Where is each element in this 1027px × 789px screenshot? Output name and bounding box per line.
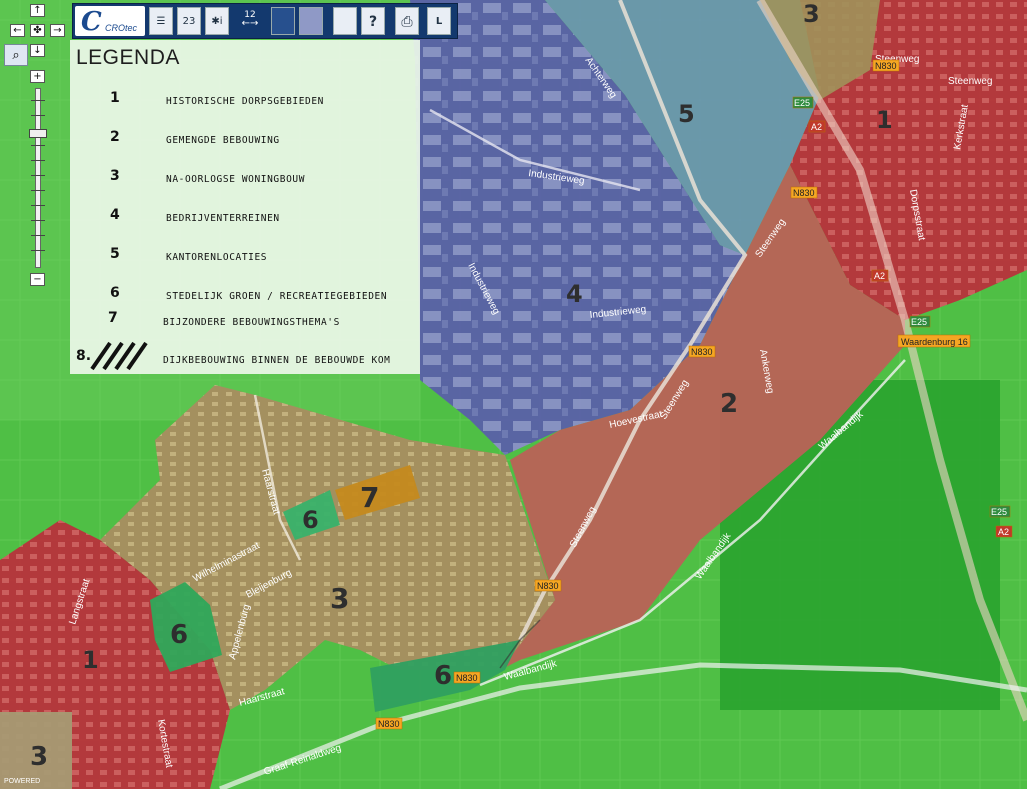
legend-number-5: 5 xyxy=(110,246,120,262)
legend-label-4: BEDRIJVENTERREINEN xyxy=(166,213,280,224)
zone-label-1-west: 1 xyxy=(82,646,99,674)
legend-number-1: 1 xyxy=(110,90,120,106)
zone-label-5: 5 xyxy=(678,100,695,128)
road-shield-a2-b: A2 xyxy=(871,269,889,282)
magnifier-icon[interactable]: ⌕ xyxy=(4,44,28,66)
zoom-tick xyxy=(31,100,45,101)
zoom-tick xyxy=(31,250,45,251)
legend-label-2: GEMENGDE BEBOUWING xyxy=(166,135,280,146)
legend-number-6: 6 xyxy=(110,285,120,301)
road-shield-n830-a: N830 xyxy=(872,59,900,72)
street-label-steenweg-5: Steenweg xyxy=(948,76,992,87)
legend-number-4: 4 xyxy=(110,207,120,223)
road-shield-n830-c-text: N830 xyxy=(691,347,713,357)
road-shield-n830-f-text: N830 xyxy=(378,719,400,729)
road-shield-n830-a-text: N830 xyxy=(875,61,897,71)
logo-text: CROtec xyxy=(105,23,138,33)
zoom-in-button[interactable]: + xyxy=(30,70,45,83)
zoom-slider-thumb[interactable] xyxy=(29,129,47,138)
legend-label-7: BIJZONDERE BEBOUWINGSTHEMA'S xyxy=(163,317,340,328)
pan-center-button[interactable]: ✤ xyxy=(30,24,45,37)
zoom-tick xyxy=(31,235,45,236)
road-shield-e25-c: E25 xyxy=(989,505,1011,518)
road-shield-a2-c-text: A2 xyxy=(998,527,1009,537)
zoom-tick xyxy=(31,145,45,146)
road-shield-e25-c-text: E25 xyxy=(991,507,1007,517)
road-shield-a2-c: A2 xyxy=(995,525,1013,538)
legend-number-8: 8. xyxy=(76,348,92,364)
road-shield-n830-d-text: N830 xyxy=(537,581,559,591)
zone-label-3-center: 3 xyxy=(330,582,349,615)
exit-shield-waardenburg-text: Waardenburg 16 xyxy=(901,337,968,347)
legend-button[interactable]: L xyxy=(427,7,451,35)
logo-c-icon: C xyxy=(81,7,102,37)
crotec-logo: C CROtec xyxy=(75,6,145,37)
page-23-button[interactable]: 23 xyxy=(177,7,201,35)
legend-panel: LEGENDA 1 HISTORISCHE DORPSGEBIEDEN 2 GE… xyxy=(70,40,420,374)
zone-label-3-north: 3 xyxy=(803,0,820,28)
scale-indicator[interactable]: 12 ←→ xyxy=(233,10,267,34)
zone-label-7: 7 xyxy=(360,481,379,514)
road-shield-n830-c: N830 xyxy=(688,345,716,358)
pan-left-button[interactable]: ← xyxy=(10,24,25,37)
legend-label-5: KANTORENLOCATIES xyxy=(166,252,268,263)
legend-hatch-icon xyxy=(90,341,148,371)
road-shield-n830-b: N830 xyxy=(790,186,818,199)
aerial-map-button[interactable] xyxy=(299,7,323,35)
pan-up-button[interactable]: ↑ xyxy=(30,4,45,17)
road-shield-e25-b: E25 xyxy=(909,315,931,328)
road-shield-e25-a: E25 xyxy=(792,96,814,109)
road-shield-n830-f: N830 xyxy=(375,717,403,730)
zone-label-6-sportpark: 6 xyxy=(170,620,188,650)
zoom-tick xyxy=(31,190,45,191)
zoom-tick xyxy=(31,175,45,176)
legend-title: LEGENDA xyxy=(76,46,180,69)
legend-number-3: 3 xyxy=(110,168,120,184)
layers-button[interactable]: ☰ xyxy=(149,7,173,35)
road-shield-a2-a: A2 xyxy=(808,120,826,133)
legend-label-1: HISTORISCHE DORPSGEBIEDEN xyxy=(166,96,324,107)
zoom-out-button[interactable]: − xyxy=(30,273,45,286)
zoom-tick xyxy=(31,115,45,116)
zone-label-3-southwest: 3 xyxy=(30,742,48,772)
toolbar: C CROtec ☰ 23 ✱i 12 ←→ ? ⎙ L xyxy=(72,3,458,39)
zone-label-6-waterfront: 6 xyxy=(434,661,452,691)
road-shield-n830-e: N830 xyxy=(453,671,481,684)
dark-map-button[interactable] xyxy=(271,7,295,35)
zoom-tick xyxy=(31,160,45,161)
zone-label-6-field: 6 xyxy=(302,506,319,534)
attribution-text: POWERED xyxy=(4,778,40,785)
road-shield-n830-e-text: N830 xyxy=(456,673,478,683)
zone-label-2: 2 xyxy=(720,389,738,419)
legend-label-3: NA-OORLOGSE WONINGBOUW xyxy=(166,174,306,185)
pan-right-button[interactable]: → xyxy=(50,24,65,37)
zoom-tick xyxy=(31,220,45,221)
legend-number-7: 7 xyxy=(108,310,118,326)
zoom-tick xyxy=(31,205,45,206)
road-shield-a2-a-text: A2 xyxy=(811,122,822,132)
help-button[interactable]: ? xyxy=(361,7,385,35)
scale-arrow-icon: ←→ xyxy=(241,18,259,29)
legend-label-8: DIJKBEBOUWING BINNEN DE BEBOUWDE KOM xyxy=(163,355,391,366)
road-shield-e25-b-text: E25 xyxy=(911,317,927,327)
zone-label-1-east: 1 xyxy=(876,106,893,134)
exit-shield-waardenburg: Waardenburg 16 xyxy=(897,334,971,348)
road-shield-n830-d: N830 xyxy=(534,579,562,592)
info-button[interactable]: ✱i xyxy=(205,7,229,35)
road-shield-n830-b-text: N830 xyxy=(793,188,815,198)
road-shield-e25-a-text: E25 xyxy=(794,98,810,108)
blank-map-button[interactable] xyxy=(333,7,357,35)
legend-number-2: 2 xyxy=(110,129,120,145)
print-button[interactable]: ⎙ xyxy=(395,7,419,35)
road-shield-a2-b-text: A2 xyxy=(874,271,885,281)
legend-label-6: STEDELIJK GROEN / RECREATIEGEBIEDEN xyxy=(166,291,388,302)
zone-label-4: 4 xyxy=(566,280,583,308)
pan-down-button[interactable]: ↓ xyxy=(30,44,45,57)
